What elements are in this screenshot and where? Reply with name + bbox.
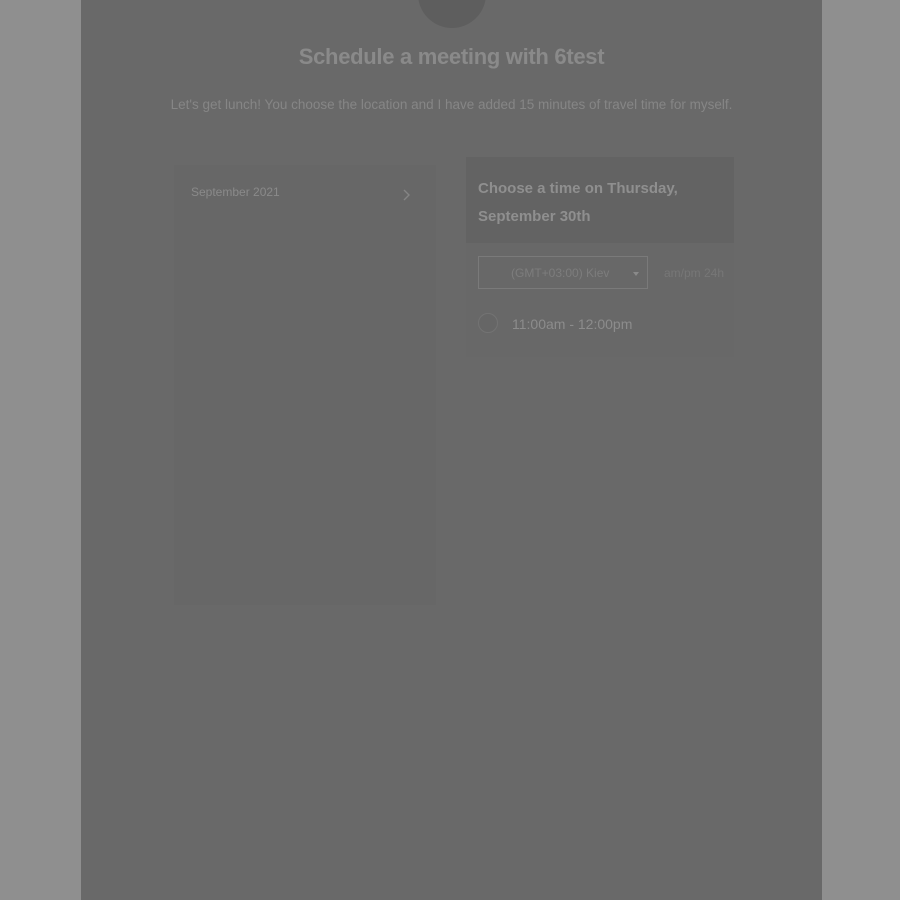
time-slot-radio[interactable] — [478, 313, 498, 333]
chevron-down-icon — [633, 272, 639, 276]
time-selection-panel: Choose a time on Thursday, September 30t… — [466, 157, 734, 357]
time-slot-label: 11:00am - 12:00pm — [512, 316, 633, 332]
page-title: Schedule a meeting with 6test — [298, 44, 605, 69]
time-panel-heading: Choose a time on Thursday, September 30t… — [478, 180, 678, 225]
chevron-right-icon[interactable] — [398, 187, 414, 203]
timezone-value: (GMT+03:00) Kiev — [511, 266, 610, 280]
time-slot-option[interactable]: 11:00am - 12:00pm — [478, 313, 718, 337]
timezone-select[interactable]: (GMT+03:00) Kiev — [478, 256, 648, 289]
booking-page: Schedule a meeting with 6test Let's get … — [81, 0, 822, 900]
time-format-toggle[interactable]: am/pm 24h — [664, 266, 724, 280]
calendar-month-label: September 2021 — [191, 185, 280, 199]
host-avatar — [418, 0, 486, 28]
time-panel-header: Choose a time on Thursday, September 30t… — [466, 157, 734, 243]
page-description: Let's get lunch! You choose the location… — [170, 97, 733, 112]
date-picker-calendar: September 2021 — [174, 165, 436, 605]
